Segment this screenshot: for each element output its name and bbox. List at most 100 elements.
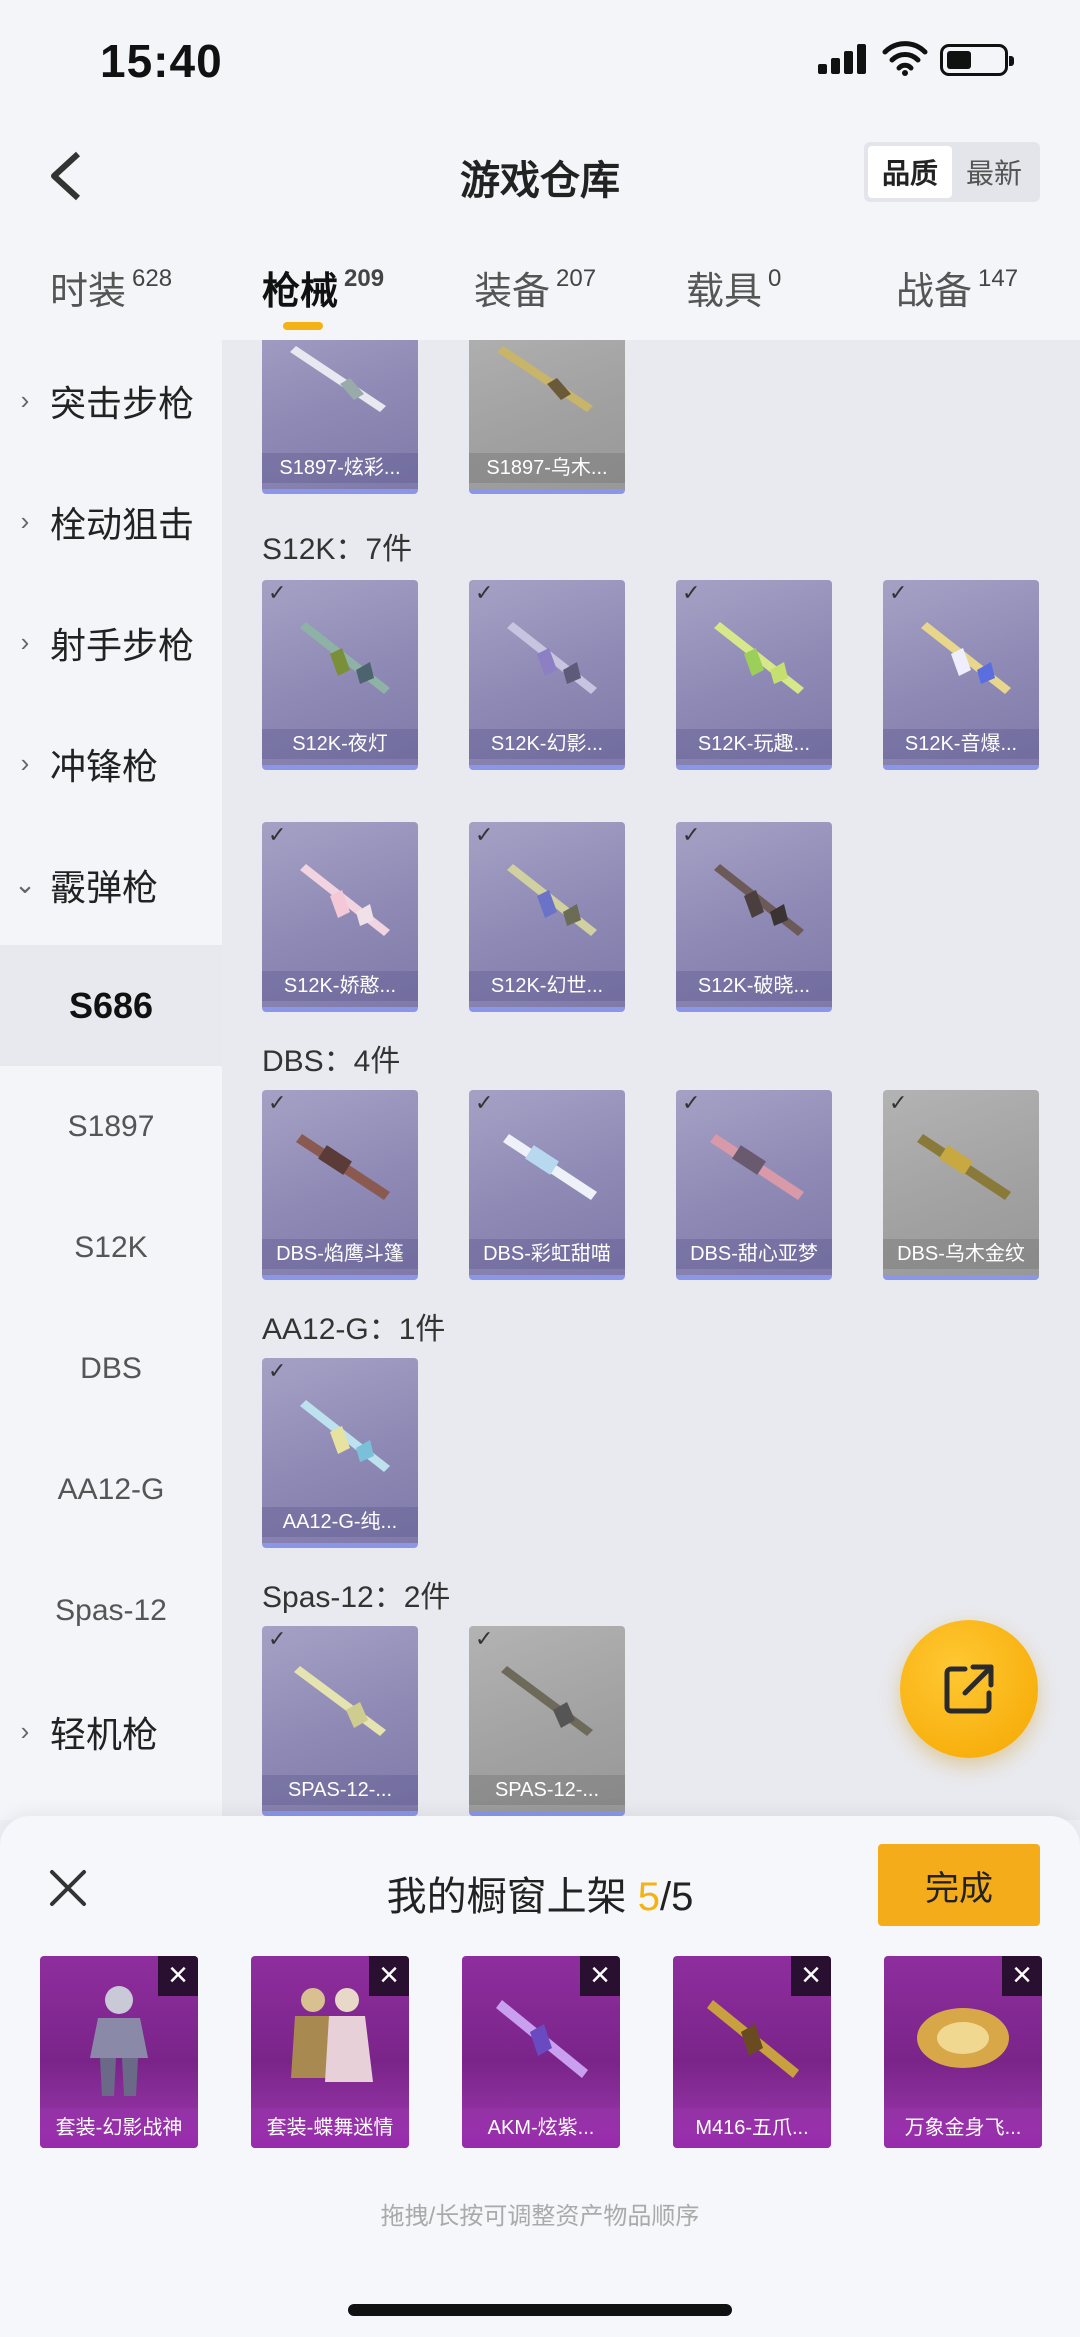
slot-name: M416-五爪... [673, 2108, 831, 2148]
home-indicator [348, 2304, 732, 2316]
tab-count: 207 [556, 265, 597, 292]
item-card[interactable]: ✓ S12K-娇憨... [262, 822, 418, 1012]
tab-label: 装备 [474, 271, 551, 313]
item-card[interactable]: ✓ DBS-甜心亚梦 [676, 1090, 832, 1280]
remove-icon[interactable]: × [791, 1956, 831, 1996]
item-name: S1897-乌木... [469, 453, 625, 483]
shotgun-icon [710, 1134, 804, 1200]
sidebar-sub-spas12[interactable]: Spas-12 [0, 1550, 222, 1671]
done-button[interactable]: 完成 [878, 1844, 1040, 1926]
sidebar-item-smg[interactable]: › 冲锋枪 [0, 703, 222, 824]
remove-icon[interactable]: × [158, 1956, 198, 1996]
rifle-icon [496, 2000, 588, 2078]
sidebar-item-label: 射手步枪 [50, 624, 195, 666]
tab-combat-supplies[interactable]: 战备 147 [896, 260, 1018, 315]
item-card[interactable]: ✓ S12K-音爆... [883, 580, 1039, 770]
signal-icon [818, 42, 866, 74]
item-card[interactable]: ✓ AA12-G-纯... [262, 1358, 418, 1548]
wifi-icon [882, 41, 928, 76]
showcase-slot[interactable]: × 万象金身飞... [884, 1956, 1042, 2148]
tab-count: 628 [132, 265, 173, 292]
sidebar-sub-s12k[interactable]: S12K [0, 1187, 222, 1308]
tab-equipment[interactable]: 装备 207 [474, 260, 596, 315]
tab-count: 147 [978, 265, 1019, 292]
remove-icon[interactable]: × [580, 1956, 620, 1996]
item-name: S12K-幻影... [469, 729, 625, 759]
battery-icon [940, 44, 1014, 76]
status-bar: 15:40 [0, 0, 1080, 120]
item-card[interactable]: ✓ SPAS-12-... [262, 1626, 418, 1816]
item-card[interactable]: ✓ S12K-幻世... [469, 822, 625, 1012]
item-card[interactable]: ✓ S12K-幻影... [469, 580, 625, 770]
item-card[interactable]: S1897-乌木... [469, 340, 625, 494]
remove-icon[interactable]: × [1002, 1956, 1042, 1996]
sort-newest-button[interactable]: 最新 [952, 146, 1036, 198]
tab-fashion[interactable]: 时装 628 [50, 260, 172, 315]
item-name: DBS-彩虹甜喵 [469, 1239, 625, 1269]
sidebar-item-label: 冲锋枪 [50, 745, 159, 787]
tab-count: 0 [768, 265, 782, 292]
outfit-icon [291, 1988, 373, 2082]
sidebar-item-shotgun[interactable]: ⌄ 霰弹枪 [0, 824, 222, 945]
showcase-slot[interactable]: × AKM-炫紫... [462, 1956, 620, 2148]
sidebar-item-lmg[interactable]: › 轻机枪 [0, 1671, 222, 1792]
outfit-icon [90, 1986, 148, 2096]
tab-label: 时装 [50, 271, 127, 313]
rifle-icon [921, 622, 1011, 694]
sidebar-sub-s686[interactable]: S686 [0, 945, 222, 1066]
rifle-icon [300, 1400, 390, 1472]
item-card[interactable]: ✓ DBS-彩虹甜喵 [469, 1090, 625, 1280]
item-card[interactable]: ✓ S12K-破晓... [676, 822, 832, 1012]
sidebar-item-label: 突击步枪 [50, 382, 195, 424]
header: 游戏仓库 品质 最新 [0, 120, 1080, 230]
item-card[interactable]: S1897-炫彩... [262, 340, 418, 494]
share-icon [944, 1664, 994, 1714]
sidebar-item-dmr[interactable]: › 射手步枪 [0, 582, 222, 703]
sidebar-sub-s1897[interactable]: S1897 [0, 1066, 222, 1187]
shotgun-icon [503, 1134, 597, 1200]
shotgun-icon [296, 1134, 390, 1200]
sidebar-item-bolt-sniper[interactable]: › 栓动狙击 [0, 461, 222, 582]
item-name: DBS-焰鹰斗篷 [262, 1239, 418, 1269]
sheet-count: 5 [637, 1875, 660, 1919]
chevron-right-icon: › [20, 506, 30, 536]
chevron-right-icon: › [20, 748, 30, 778]
item-name: S12K-破晓... [676, 971, 832, 1001]
showcase-slot[interactable]: × 套装-幻影战神 [40, 1956, 198, 2148]
tab-label: 战备 [896, 271, 973, 313]
sidebar-sub-dbs[interactable]: DBS [0, 1308, 222, 1429]
item-name: DBS-乌木金纹 [883, 1239, 1039, 1269]
showcase-slot[interactable]: × M416-五爪... [673, 1956, 831, 2148]
tab-firearms[interactable]: 枪械 209 [262, 260, 384, 315]
rifle-icon [507, 622, 597, 694]
shotgun-icon [294, 1666, 386, 1736]
sidebar-sub-aa12g[interactable]: AA12-G [0, 1429, 222, 1550]
slot-name: AKM-炫紫... [462, 2108, 620, 2148]
item-card[interactable]: ✓ DBS-焰鹰斗篷 [262, 1090, 418, 1280]
section-title-s12k: S12K：7件 [262, 533, 413, 566]
rifle-icon [507, 864, 597, 936]
item-name: S12K-娇憨... [262, 971, 418, 1001]
section-title-aa12g: AA12-G：1件 [262, 1313, 446, 1346]
shotgun-icon [497, 346, 593, 412]
item-name: SPAS-12-... [262, 1775, 418, 1805]
item-card[interactable]: ✓ S12K-玩趣... [676, 580, 832, 770]
item-name: S12K-幻世... [469, 971, 625, 1001]
share-button[interactable] [900, 1620, 1038, 1758]
sort-quality-button[interactable]: 品质 [868, 146, 952, 198]
tab-label: 载具 [686, 271, 763, 313]
showcase-slot[interactable]: × 套装-蝶舞迷情 [251, 1956, 409, 2148]
item-card[interactable]: ✓ SPAS-12-... [469, 1626, 625, 1816]
shotgun-icon [290, 346, 386, 412]
remove-icon[interactable]: × [369, 1956, 409, 1996]
category-tabs: 时装 628 枪械 209 装备 207 载具 0 战备 147 [0, 230, 1080, 340]
sheet-title-text: 我的橱窗上架 [386, 1875, 627, 1919]
sheet-hint: 拖拽/长按可调整资产物品顺序 [380, 2203, 700, 2230]
tab-vehicles[interactable]: 载具 0 [686, 260, 781, 315]
sidebar-item-assault-rifle[interactable]: › 突击步枪 [0, 340, 222, 461]
chevron-right-icon: › [20, 1716, 30, 1746]
item-card[interactable]: ✓ DBS-乌木金纹 [883, 1090, 1039, 1280]
chevron-down-icon: ⌄ [14, 869, 36, 899]
item-name: S12K-夜灯 [262, 729, 418, 759]
item-card[interactable]: ✓ S12K-夜灯 [262, 580, 418, 770]
